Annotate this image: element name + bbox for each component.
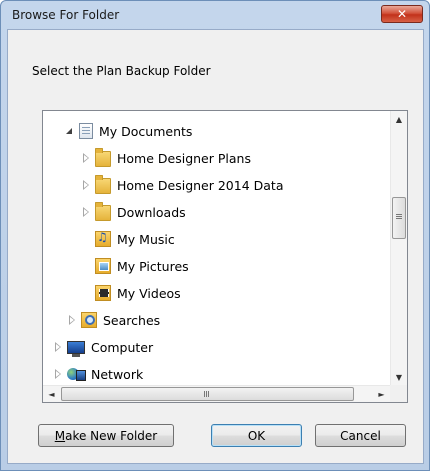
vertical-scrollbar[interactable]: ▲ ▼ [390,111,407,386]
horizontal-scrollbar[interactable]: ◄ ► [43,385,390,402]
make-new-folder-button[interactable]: Make New Folder [38,424,174,447]
prompt-text: Select the Plan Backup Folder [32,64,211,78]
scroll-left-icon[interactable]: ◄ [43,386,60,402]
tree-item-label: My Music [117,231,175,247]
collapsed-arrow-icon[interactable] [53,369,63,379]
tree-item-downloads[interactable]: Downloads [81,201,186,223]
tree-item-my-music[interactable]: My Music [95,228,175,250]
searches-folder-icon [81,312,97,328]
tree-item-home-designer-plans[interactable]: Home Designer Plans [81,147,251,169]
tree-item-my-documents[interactable]: My Documents [65,120,192,142]
folder-icon [95,148,111,167]
folder-tree[interactable]: My Documents Home Designer Plans Home De… [42,110,408,403]
collapsed-arrow-icon[interactable] [81,153,91,163]
tree-item-label: My Documents [99,123,193,139]
computer-icon [67,340,85,357]
expanded-arrow-icon[interactable] [65,126,75,136]
tree-item-label: Network [91,366,144,382]
ok-button[interactable]: OK [211,424,302,447]
close-icon: ✕ [396,7,408,21]
tree-item-searches[interactable]: Searches [67,309,160,331]
tree-item-home-designer-2014-data[interactable]: Home Designer 2014 Data [81,174,283,196]
vertical-scroll-thumb[interactable] [392,197,406,239]
tree-item-network[interactable]: Network [53,363,143,385]
folder-icon [95,202,111,221]
tree-item-my-videos[interactable]: My Videos [95,282,181,304]
close-button[interactable]: ✕ [381,5,423,23]
cancel-button[interactable]: Cancel [315,424,406,447]
collapsed-arrow-icon[interactable] [53,342,63,352]
tree-item-label: My Pictures [117,258,189,274]
horizontal-scroll-thumb[interactable] [61,387,354,401]
pictures-folder-icon [95,258,111,274]
network-icon [67,367,86,381]
tree-item-computer[interactable]: Computer [53,336,153,358]
scroll-up-icon[interactable]: ▲ [391,111,407,128]
folder-icon [95,175,111,194]
title-bar[interactable]: Browse For Folder ✕ [1,1,429,30]
tree-item-label: Home Designer 2014 Data [117,177,284,193]
tree-item-label: Home Designer Plans [117,150,251,166]
scroll-right-icon[interactable]: ► [373,386,390,402]
tree-item-label: Computer [91,339,154,355]
collapsed-arrow-icon[interactable] [81,207,91,217]
videos-folder-icon [95,285,111,301]
dialog-title: Browse For Folder [12,8,120,22]
collapsed-arrow-icon[interactable] [67,315,77,325]
tree-item-label: My Videos [117,285,181,301]
documents-icon [79,123,93,139]
tree-item-label: Downloads [117,204,186,220]
tree-item-my-pictures[interactable]: My Pictures [95,255,189,277]
scroll-down-icon[interactable]: ▼ [391,369,407,386]
collapsed-arrow-icon[interactable] [81,180,91,190]
tree-item-label: Searches [103,312,161,328]
scrollbar-corner [390,385,407,402]
music-folder-icon [95,230,111,247]
make-new-folder-label: Make New Folder [54,428,158,443]
